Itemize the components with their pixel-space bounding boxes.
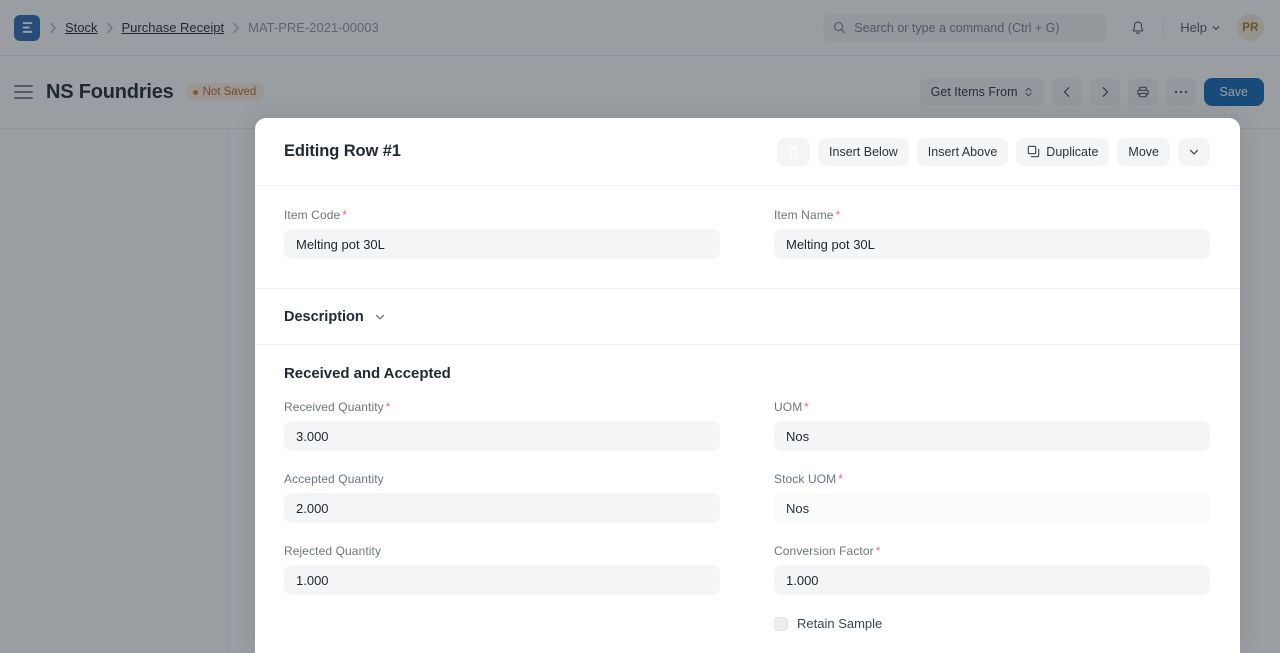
received-left-column: Received Quantity* Accepted Quantity Rej… xyxy=(284,400,720,631)
field-label-item-name: Item Name* xyxy=(774,208,1210,222)
field-item-name: Item Name* xyxy=(774,208,1210,280)
received-and-accepted-section: Received and Accepted Received Quantity*… xyxy=(255,345,1240,639)
label-text: UOM xyxy=(774,400,802,414)
field-label-rejected-quantity: Rejected Quantity xyxy=(284,544,720,558)
copy-icon xyxy=(1027,145,1040,158)
duplicate-button[interactable]: Duplicate xyxy=(1016,138,1109,166)
required-asterisk: * xyxy=(876,544,881,558)
required-asterisk: * xyxy=(342,208,347,222)
rejected-quantity-input[interactable] xyxy=(284,565,720,595)
field-uom: UOM* xyxy=(774,400,1210,451)
item-name-input[interactable] xyxy=(774,229,1210,259)
trash-icon xyxy=(787,145,800,159)
stock-uom-input[interactable] xyxy=(774,493,1210,523)
insert-below-button[interactable]: Insert Below xyxy=(818,138,909,166)
required-asterisk: * xyxy=(386,400,391,414)
label-text: Received Quantity xyxy=(284,400,384,414)
item-identity-section: Item Code* Item Name* xyxy=(255,186,1240,288)
field-item-code: Item Code* xyxy=(284,208,720,259)
description-section-toggle[interactable]: Description xyxy=(255,289,1240,344)
required-asterisk: * xyxy=(836,208,841,222)
modal-body: Item Code* Item Name* Description xyxy=(255,186,1240,653)
label-text: Conversion Factor xyxy=(774,544,874,558)
field-received-quantity: Received Quantity* xyxy=(284,400,720,451)
modal-header: Editing Row #1 Insert Below Insert Above xyxy=(255,118,1240,186)
field-label-received-quantity: Received Quantity* xyxy=(284,400,720,414)
insert-above-button[interactable]: Insert Above xyxy=(917,138,1009,166)
required-asterisk: * xyxy=(838,472,843,486)
field-conversion-factor: Conversion Factor* xyxy=(774,544,1210,595)
description-section-label: Description xyxy=(284,309,364,325)
field-label-conversion-factor: Conversion Factor* xyxy=(774,544,1210,558)
received-right-column: UOM* Stock UOM* Conversion Factor* xyxy=(774,400,1210,631)
field-label-item-code: Item Code* xyxy=(284,208,720,222)
field-stock-uom: Stock UOM* xyxy=(774,472,1210,523)
label-text: Item Name xyxy=(774,208,834,222)
chevron-down-icon xyxy=(374,311,386,323)
label-text: Item Code xyxy=(284,208,340,222)
item-code-input[interactable] xyxy=(284,229,720,259)
edit-row-modal: Editing Row #1 Insert Below Insert Above xyxy=(255,118,1240,653)
field-rejected-quantity: Rejected Quantity xyxy=(284,544,720,595)
field-accepted-quantity: Accepted Quantity xyxy=(284,472,720,523)
move-button[interactable]: Move xyxy=(1117,138,1170,166)
field-label-accepted-quantity: Accepted Quantity xyxy=(284,472,720,486)
required-asterisk: * xyxy=(804,400,809,414)
received-section-title: Received and Accepted xyxy=(284,365,1210,382)
expand-modal-button[interactable] xyxy=(1178,138,1210,166)
received-quantity-input[interactable] xyxy=(284,421,720,451)
delete-row-button[interactable] xyxy=(777,138,810,166)
modal-title: Editing Row #1 xyxy=(284,142,401,161)
conversion-factor-input[interactable] xyxy=(774,565,1210,595)
uom-input[interactable] xyxy=(774,421,1210,451)
retain-sample-checkbox[interactable] xyxy=(774,617,788,631)
field-label-uom: UOM* xyxy=(774,400,1210,414)
chevron-down-icon xyxy=(1188,146,1200,158)
duplicate-label: Duplicate xyxy=(1046,145,1098,159)
accepted-quantity-input[interactable] xyxy=(284,493,720,523)
modal-action-buttons: Insert Below Insert Above Duplicate Move xyxy=(777,138,1210,166)
retain-sample-label: Retain Sample xyxy=(797,616,882,631)
field-retain-sample[interactable]: Retain Sample xyxy=(774,616,1210,631)
label-text: Stock UOM xyxy=(774,472,836,486)
field-label-stock-uom: Stock UOM* xyxy=(774,472,1210,486)
